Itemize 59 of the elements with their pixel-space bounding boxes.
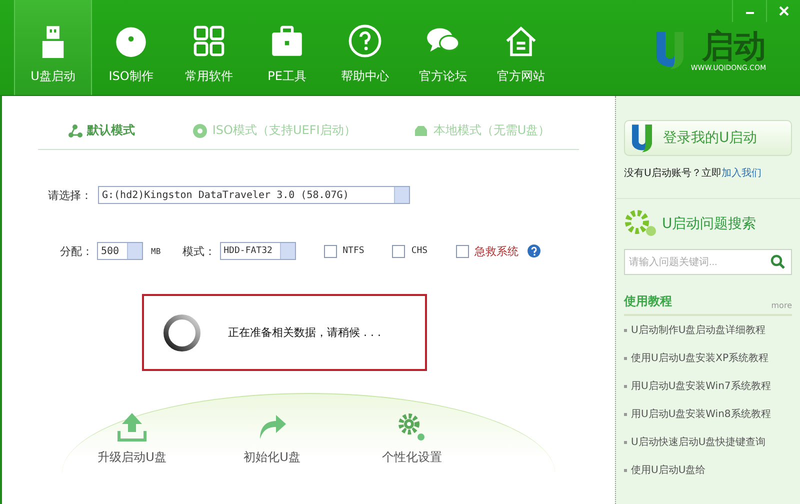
checkbox-label: 急救系统 [474, 244, 519, 258]
grid-icon [192, 24, 226, 58]
drive-select[interactable]: G:(hd2)Kingston DataTraveler 3.0 (58.07G) [98, 186, 410, 204]
tutorials-heading: 使用教程 [624, 293, 672, 310]
toolbar-button[interactable]: U盘启动 [14, 0, 92, 95]
disc-icon [114, 24, 148, 58]
mode-select[interactable]: HDD-FAT32 [220, 242, 296, 260]
login-button[interactable]: 登录我的U启动 [624, 120, 792, 156]
tutorial-link[interactable]: 用U启动U盘安装Win7系统教程 [631, 379, 771, 393]
search-heading: U启动问题搜索 [662, 215, 756, 233]
action-button[interactable]: 初始化U盘 [222, 411, 322, 466]
size-select[interactable]: 500 [97, 242, 143, 260]
join-link[interactable]: 加入我们 [721, 166, 762, 180]
search-field[interactable]: 请输入问题关键词... [624, 249, 792, 275]
checkbox[interactable] [456, 244, 469, 258]
bullet-icon [624, 440, 627, 444]
close-icon [778, 6, 788, 16]
tutorial-link[interactable]: 使用U启动U盘给 [631, 463, 706, 477]
loading-spinner-icon [162, 312, 202, 352]
toolbar-button[interactable]: 官方论坛 [404, 0, 482, 95]
bullet-icon [624, 328, 627, 332]
tutorial-link[interactable]: U启动快速启动U盘快捷键查询 [631, 435, 766, 449]
share-icon [66, 122, 83, 138]
toolbar-button[interactable]: PE工具 [248, 0, 326, 95]
gear-icon [624, 209, 658, 239]
mode-label: 模式： [182, 244, 216, 258]
upload-icon [116, 411, 148, 443]
help-icon[interactable] [526, 244, 541, 258]
tutorial-link[interactable]: 使用U启动U盘安装XP系统教程 [631, 351, 769, 365]
help-icon [348, 24, 382, 58]
u-logo-icon [629, 123, 655, 153]
tutorial-link[interactable]: 用U启动U盘安装Win8系统教程 [631, 407, 771, 421]
bullet-icon [624, 384, 627, 388]
tutorial-link[interactable]: U启动制作U盘启动盘详细教程 [631, 323, 766, 337]
mode-tab[interactable]: 默认模式 [66, 122, 135, 139]
action-button[interactable]: 升级启动U盘 [82, 411, 182, 466]
loading-message: 正在准备相关数据，请稍候 . . . [228, 325, 381, 340]
checkbox-label: NTFS [342, 246, 364, 256]
toolbar-button[interactable]: 帮助中心 [326, 0, 404, 95]
disc-icon [192, 122, 208, 138]
drive-label: 请选择： [48, 188, 92, 202]
unit-label: MB [151, 246, 161, 256]
briefcase-icon [270, 24, 304, 58]
logo-title: 启动 [702, 28, 766, 64]
bullet-icon [624, 412, 627, 416]
toolbar-button[interactable]: 官方网站 [482, 0, 560, 95]
bullet-icon [624, 468, 627, 472]
search-icon[interactable] [770, 254, 786, 270]
toolbar-button[interactable]: ISO制作 [92, 0, 170, 95]
bullet-icon [624, 356, 627, 360]
signup-text: 没有U启动账号？立即 [624, 166, 722, 180]
home-icon [504, 24, 538, 58]
checkbox-label: CHS [411, 246, 428, 256]
toolbar-button[interactable]: 常用软件 [170, 0, 248, 95]
alloc-label: 分配： [60, 244, 93, 258]
action-button[interactable]: 个性化设置 [362, 411, 462, 466]
checkbox[interactable] [324, 244, 337, 258]
checkbox[interactable] [392, 244, 406, 258]
more-link[interactable]: more [771, 301, 792, 310]
